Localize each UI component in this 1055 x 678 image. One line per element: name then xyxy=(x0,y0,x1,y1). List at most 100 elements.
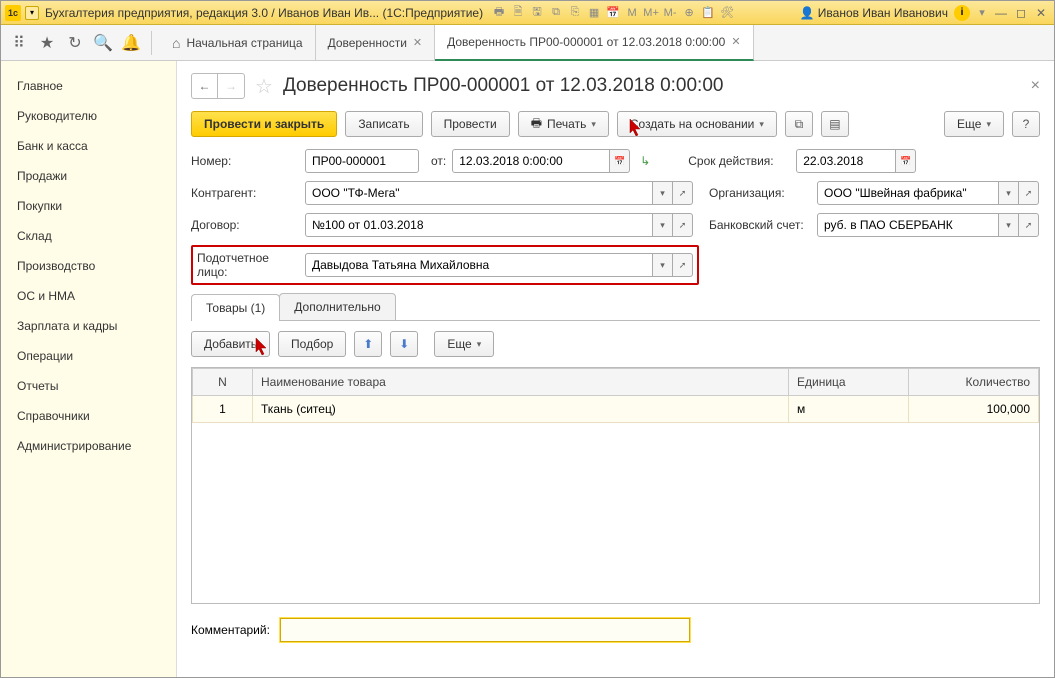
sidebar-item-reports[interactable]: Отчеты xyxy=(1,371,176,401)
open-icon[interactable]: ➚ xyxy=(673,253,693,277)
tab-goods[interactable]: Товары (1) xyxy=(191,294,280,321)
person-label: Подотчетное лицо: xyxy=(197,251,299,279)
posted-icon: ↳ xyxy=(636,154,654,168)
contract-field[interactable]: №100 от 01.03.2018 xyxy=(305,213,653,237)
person-field[interactable]: Давыдова Татьяна Михайловна xyxy=(305,253,653,277)
sidebar-item-manager[interactable]: Руководителю xyxy=(1,101,176,131)
sidebar-item-payroll[interactable]: Зарплата и кадры xyxy=(1,311,176,341)
forward-button[interactable]: → xyxy=(218,74,244,98)
number-label: Номер: xyxy=(191,154,299,168)
create-based-button[interactable]: Создать на основании▾ xyxy=(617,111,777,137)
user-label[interactable]: 👤 Иванов Иван Иванович xyxy=(800,6,948,20)
calendar-icon[interactable]: 📅 xyxy=(605,5,621,21)
sidebar-item-catalogs[interactable]: Справочники xyxy=(1,401,176,431)
dropdown-icon[interactable]: ▾ xyxy=(653,253,673,277)
dropdown-icon[interactable]: ▾ xyxy=(999,181,1019,205)
sidebar-item-main[interactable]: Главное xyxy=(1,71,176,101)
dropdown-icon[interactable]: ▾ xyxy=(653,213,673,237)
tab-extra[interactable]: Дополнительно xyxy=(279,293,395,320)
calendar-icon[interactable]: 📅 xyxy=(610,149,630,173)
contract-label: Договор: xyxy=(191,218,299,232)
number-field[interactable]: ПР00-000001 xyxy=(305,149,419,173)
maximize-button[interactable]: ◻ xyxy=(1012,5,1030,21)
counterparty-field[interactable]: ООО "ТФ-Мега" xyxy=(305,181,653,205)
close-button[interactable]: ✕ xyxy=(1032,5,1050,21)
clipboard-icon[interactable]: 📋 xyxy=(700,5,716,21)
sidebar-item-warehouse[interactable]: Склад xyxy=(1,221,176,251)
table-toolbar: Добавить Подбор ⬆ ⬇ Еще▾ xyxy=(191,321,1040,367)
apps-icon[interactable]: ⠿ xyxy=(7,31,31,55)
m-plus-icon[interactable]: M+ xyxy=(643,5,659,21)
comment-field[interactable] xyxy=(280,618,690,642)
close-doc-button[interactable]: × xyxy=(1031,77,1040,95)
bell-icon[interactable]: 🔔 xyxy=(119,31,143,55)
info-dropdown[interactable]: ▾ xyxy=(974,5,990,21)
tools-icon[interactable]: 🛠 xyxy=(719,5,735,21)
copy-icon[interactable]: ⎘ xyxy=(567,5,583,21)
sidebar-item-sales[interactable]: Продажи xyxy=(1,161,176,191)
printer-icon: 🖶 xyxy=(531,114,542,135)
col-qty[interactable]: Количество xyxy=(909,369,1039,396)
calendar-icon[interactable]: 📅 xyxy=(896,149,916,173)
open-icon[interactable]: ➚ xyxy=(1019,213,1039,237)
m-icon[interactable]: M xyxy=(624,5,640,21)
sidebar-item-operations[interactable]: Операции xyxy=(1,341,176,371)
more-button[interactable]: Еще▾ xyxy=(944,111,1004,137)
info-icon[interactable]: i xyxy=(954,5,970,21)
open-icon[interactable]: ➚ xyxy=(673,181,693,205)
app-menu-button[interactable]: ▾ xyxy=(25,6,39,20)
m-minus-icon[interactable]: M- xyxy=(662,5,678,21)
related-icon[interactable]: ⧉ xyxy=(785,111,813,137)
validity-field[interactable]: 22.03.2018 xyxy=(796,149,896,173)
add-button[interactable]: Добавить xyxy=(191,331,270,357)
move-down-icon[interactable]: ⬇ xyxy=(390,331,418,357)
open-icon[interactable]: ➚ xyxy=(1019,181,1039,205)
bank-field[interactable]: руб. в ПАО СБЕРБАНК xyxy=(817,213,999,237)
table-empty-area[interactable] xyxy=(192,423,1039,603)
table-more-button[interactable]: Еще▾ xyxy=(434,331,494,357)
tab-document[interactable]: Доверенность ПР00-000001 от 12.03.2018 0… xyxy=(435,25,753,61)
open-icon[interactable]: ➚ xyxy=(673,213,693,237)
sidebar-item-admin[interactable]: Администрирование xyxy=(1,431,176,461)
save-icon[interactable]: 🖫 xyxy=(529,5,545,21)
app-title: Бухгалтерия предприятия, редакция 3.0 / … xyxy=(45,6,483,20)
home-icon: ⌂ xyxy=(172,35,180,51)
favorite-icon[interactable]: ★ xyxy=(35,31,59,55)
sidebar-item-assets[interactable]: ОС и НМА xyxy=(1,281,176,311)
print-button[interactable]: 🖶Печать▾ xyxy=(518,111,609,137)
date-field[interactable]: 12.03.2018 0:00:00 xyxy=(452,149,610,173)
help-button[interactable]: ? xyxy=(1012,111,1040,137)
close-icon[interactable]: ✕ xyxy=(413,36,422,49)
minimize-button[interactable]: — xyxy=(992,5,1010,21)
sidebar-item-bank[interactable]: Банк и касса xyxy=(1,131,176,161)
user-icon: 👤 xyxy=(800,6,815,20)
attachments-icon[interactable]: ▤ xyxy=(821,111,849,137)
dropdown-icon[interactable]: ▾ xyxy=(653,181,673,205)
col-name[interactable]: Наименование товара xyxy=(253,369,789,396)
zoom-icon[interactable]: ⊕ xyxy=(681,5,697,21)
dropdown-icon[interactable]: ▾ xyxy=(999,213,1019,237)
history-icon[interactable]: ↻ xyxy=(63,31,87,55)
search-icon[interactable]: 🔍 xyxy=(91,31,115,55)
col-n[interactable]: N xyxy=(193,369,253,396)
comment-label: Комментарий: xyxy=(191,623,270,637)
tab-home[interactable]: ⌂ Начальная страница xyxy=(160,25,316,61)
star-icon[interactable]: ☆ xyxy=(255,74,273,99)
back-button[interactable]: ← xyxy=(192,74,218,98)
move-up-icon[interactable]: ⬆ xyxy=(354,331,382,357)
save-button[interactable]: Записать xyxy=(345,111,422,137)
col-unit[interactable]: Единица xyxy=(789,369,909,396)
close-icon[interactable]: ✕ xyxy=(731,35,740,48)
post-and-close-button[interactable]: Провести и закрыть xyxy=(191,111,337,137)
calculator-icon[interactable]: ▦ xyxy=(586,5,602,21)
select-button[interactable]: Подбор xyxy=(278,331,346,357)
compare-icon[interactable]: ⧉ xyxy=(548,5,564,21)
post-button[interactable]: Провести xyxy=(431,111,510,137)
table-row[interactable]: 1 Ткань (ситец) м 100,000 xyxy=(193,396,1039,423)
sidebar-item-purchases[interactable]: Покупки xyxy=(1,191,176,221)
print-icon[interactable]: 🖶 xyxy=(491,5,507,21)
tab-list[interactable]: Доверенности ✕ xyxy=(316,25,436,61)
sidebar-item-production[interactable]: Производство xyxy=(1,251,176,281)
org-field[interactable]: ООО "Швейная фабрика" xyxy=(817,181,999,205)
print-preview-icon[interactable]: 🗎 xyxy=(510,5,526,21)
